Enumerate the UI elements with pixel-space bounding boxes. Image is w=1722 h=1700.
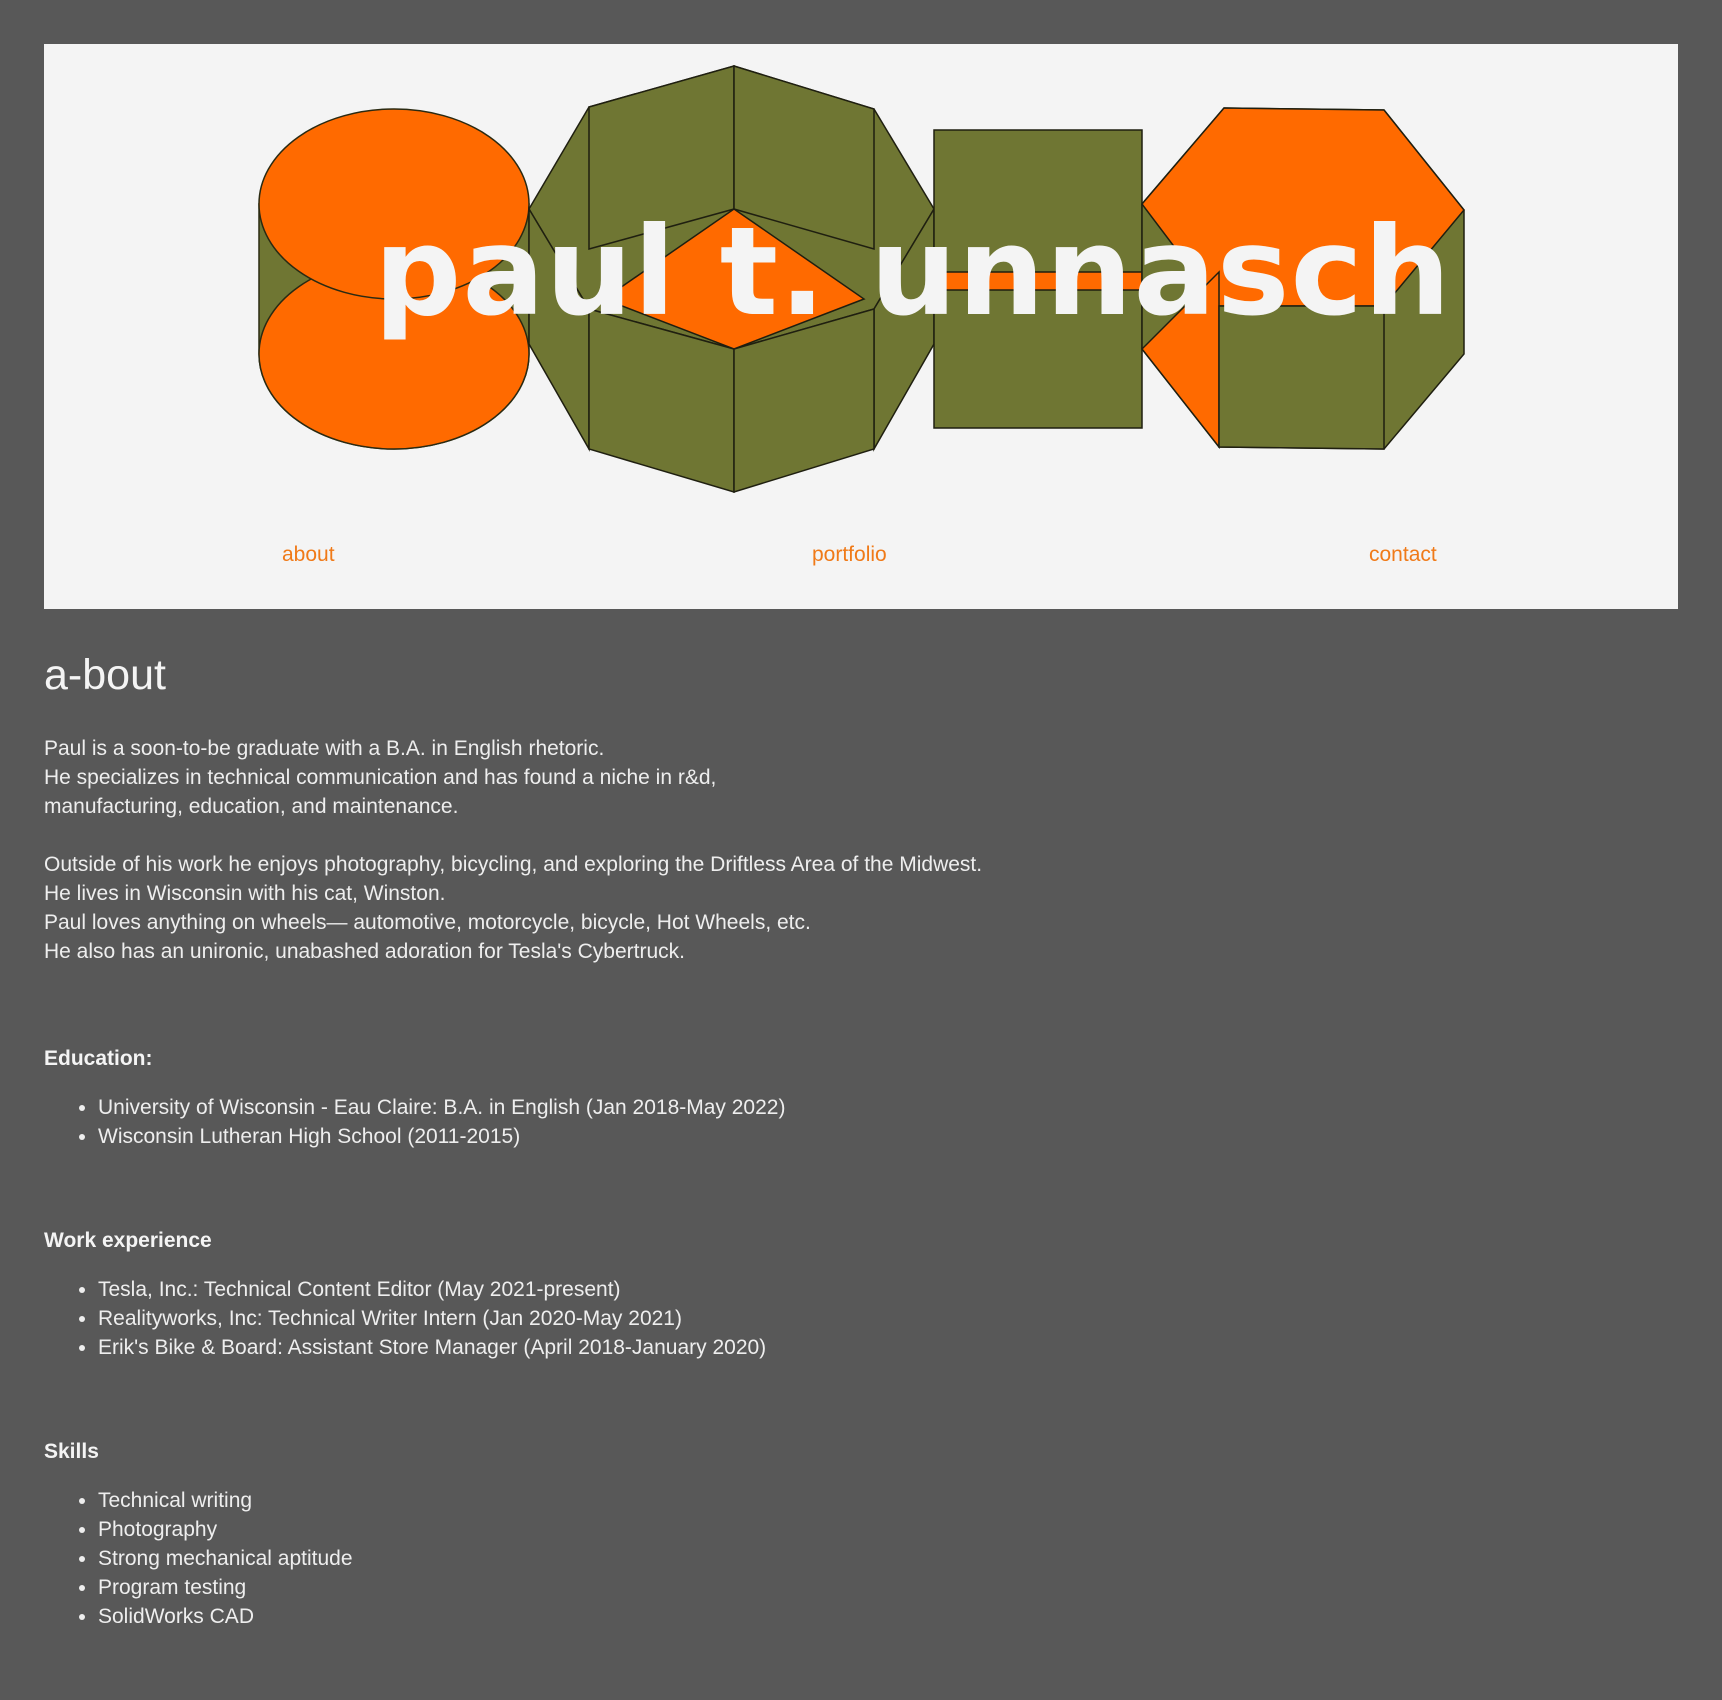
work-section: Work experience Tesla, Inc.: Technical C… (44, 1226, 1044, 1362)
list-item: Wisconsin Lutheran High School (2011-201… (98, 1122, 1044, 1151)
list-item: Tesla, Inc.: Technical Content Editor (M… (98, 1275, 1044, 1304)
intro-line: manufacturing, education, and maintenanc… (44, 795, 459, 818)
list-item: Realityworks, Inc: Technical Writer Inte… (98, 1304, 1044, 1333)
education-heading: Education: (44, 1047, 153, 1070)
skills-list: Technical writing Photography Strong mec… (44, 1486, 1044, 1631)
personal-line: Paul loves anything on wheels— automotiv… (44, 911, 811, 934)
intro-line: He specializes in technical communicatio… (44, 766, 717, 789)
list-item: Program testing (98, 1573, 1044, 1602)
personal-line: He lives in Wisconsin with his cat, Wins… (44, 882, 446, 905)
main-nav: about portfolio contact (44, 537, 1678, 577)
site-title: paul t. unnasch (374, 201, 1452, 343)
nav-portfolio-link[interactable]: portfolio (812, 537, 887, 573)
intro-paragraph: Paul is a soon-to-be graduate with a B.A… (44, 734, 1644, 821)
list-item: Technical writing (98, 1486, 1044, 1515)
list-item: Erik's Bike & Board: Assistant Store Man… (98, 1333, 1044, 1362)
list-item: Photography (98, 1515, 1044, 1544)
main-content: a-bout Paul is a soon-to-be graduate wit… (44, 640, 1644, 1628)
nav-contact-link[interactable]: contact (1369, 537, 1437, 573)
list-item: Strong mechanical aptitude (98, 1544, 1044, 1573)
personal-line: Outside of his work he enjoys photograph… (44, 853, 983, 876)
education-list: University of Wisconsin - Eau Claire: B.… (44, 1093, 1044, 1151)
skills-heading: Skills (44, 1440, 99, 1463)
nav-about-link[interactable]: about (282, 537, 335, 573)
personal-paragraph: Outside of his work he enjoys photograph… (44, 850, 1644, 966)
page-title: a-bout (44, 651, 166, 699)
skills-section: Skills Technical writing Photography Str… (44, 1437, 1044, 1631)
work-list: Tesla, Inc.: Technical Content Editor (M… (44, 1275, 1044, 1362)
list-item: University of Wisconsin - Eau Claire: B.… (98, 1093, 1044, 1122)
list-item: SolidWorks CAD (98, 1602, 1044, 1631)
work-heading: Work experience (44, 1229, 212, 1252)
education-section: Education: University of Wisconsin - Eau… (44, 1044, 1044, 1151)
header-banner: paul t. unnasch about portfolio contact (44, 44, 1678, 609)
personal-line: He also has an unironic, unabashed adora… (44, 940, 685, 963)
intro-line: Paul is a soon-to-be graduate with a B.A… (44, 737, 605, 760)
